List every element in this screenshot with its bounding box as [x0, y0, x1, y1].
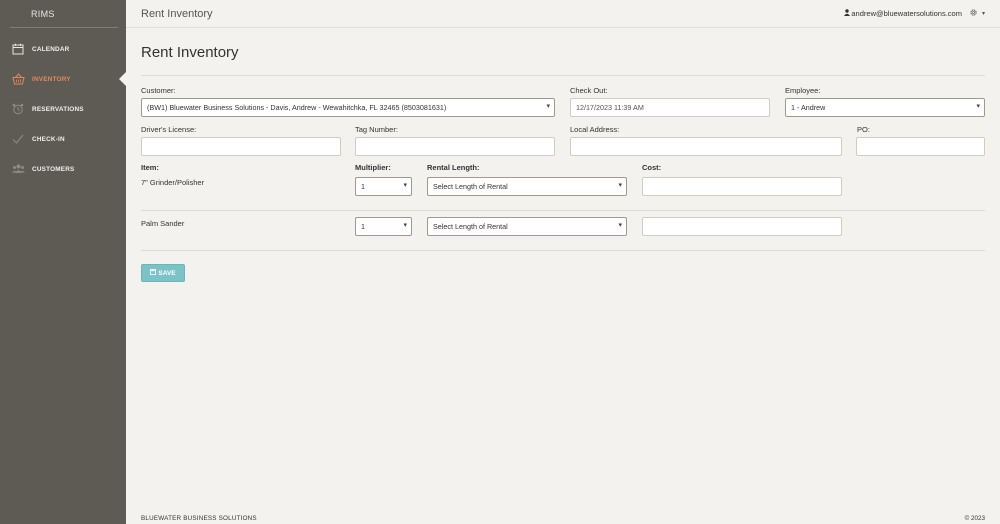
sidebar-item-reservations[interactable]: RESERVATIONS: [0, 94, 126, 124]
license-label: Driver's License:: [141, 125, 197, 134]
sidebar-item-label: INVENTORY: [32, 75, 71, 83]
multiplier-select-value: 1: [361, 222, 365, 231]
row-divider: [141, 210, 985, 211]
cost-input[interactable]: [642, 217, 842, 236]
sidebar-item-label: CHECK-IN: [32, 135, 65, 143]
checkmark-icon: [11, 132, 25, 146]
sidebar-item-label: CALENDAR: [32, 45, 70, 53]
sidebar-item-customers[interactable]: CUSTOMERS: [0, 154, 126, 184]
calendar-icon: [11, 42, 25, 56]
sidebar-item-calendar[interactable]: CALENDAR: [0, 34, 126, 64]
alarm-clock-icon: [11, 102, 25, 116]
address-input[interactable]: [570, 137, 842, 156]
employee-select[interactable]: 1 - Andrew: [785, 98, 985, 117]
checkout-value: 12/17/2023 11:39 AM: [576, 103, 644, 112]
user-icon: [844, 9, 851, 18]
multiplier-header: Multiplier:: [355, 163, 391, 172]
sidebar-item-label: CUSTOMERS: [32, 165, 75, 173]
brand-divider: [10, 27, 118, 28]
checkout-field[interactable]: 12/17/2023 11:39 AM: [570, 98, 770, 117]
item-header: Item:: [141, 163, 159, 172]
checkout-label: Check Out:: [570, 86, 608, 95]
address-label: Local Address:: [570, 125, 620, 134]
customer-select-value: (BW1) Bluewater Business Solutions - Dav…: [147, 103, 447, 112]
users-icon: [11, 162, 25, 176]
item-name: 7" Grinder/Polisher: [141, 178, 205, 187]
customer-select[interactable]: (BW1) Bluewater Business Solutions - Dav…: [141, 98, 555, 117]
license-input[interactable]: [141, 137, 341, 156]
sidebar-item-inventory[interactable]: INVENTORY: [0, 64, 126, 94]
rental-length-select[interactable]: Select Length of Rental: [427, 177, 627, 196]
save-button-label: SAVE: [158, 269, 176, 277]
multiplier-select[interactable]: 1: [355, 217, 412, 236]
row-divider: [141, 250, 985, 251]
po-label: PO:: [857, 125, 870, 134]
multiplier-select-value: 1: [361, 182, 365, 191]
sidebar-item-check-in[interactable]: CHECK-IN: [0, 124, 126, 154]
footer-company: BLUEWATER BUSINESS SOLUTIONS: [141, 515, 257, 522]
gear-icon[interactable]: [969, 8, 978, 19]
title-divider: [141, 75, 985, 76]
footer-copyright: © 2023: [964, 515, 985, 522]
tag-input[interactable]: [355, 137, 555, 156]
rental-length-select-value: Select Length of Rental: [433, 182, 508, 191]
rental-length-header: Rental Length:: [427, 163, 480, 172]
main-content: Rent Inventory Customer: (BW1) Bluewater…: [126, 28, 1000, 524]
basket-icon: [11, 72, 25, 86]
employee-label: Employee:: [785, 86, 821, 95]
sidebar: RIMS CALENDAR INVENTORY RESERVATIONS CHE…: [0, 0, 126, 524]
po-input[interactable]: [856, 137, 985, 156]
save-icon: [150, 269, 157, 277]
sidebar-nav: CALENDAR INVENTORY RESERVATIONS CHECK-IN…: [0, 34, 126, 184]
rental-length-select-value: Select Length of Rental: [433, 222, 508, 231]
page-title: Rent Inventory: [141, 44, 239, 61]
rental-length-select[interactable]: Select Length of Rental: [427, 217, 627, 236]
customer-label: Customer:: [141, 86, 176, 95]
save-button[interactable]: SAVE: [141, 264, 185, 282]
cost-input[interactable]: [642, 177, 842, 196]
employee-select-value: 1 - Andrew: [791, 103, 826, 112]
multiplier-select[interactable]: 1: [355, 177, 412, 196]
user-menu[interactable]: andrew@bluewatersolutions.com ▾: [844, 8, 985, 19]
top-bar: Rent Inventory andrew@bluewatersolutions…: [126, 0, 1000, 28]
brand-logo[interactable]: RIMS: [0, 0, 126, 28]
tag-label: Tag Number:: [355, 125, 398, 134]
chevron-down-icon[interactable]: ▾: [982, 10, 985, 17]
cost-header: Cost:: [642, 163, 662, 172]
header-title: Rent Inventory: [141, 7, 213, 20]
sidebar-item-label: RESERVATIONS: [32, 105, 84, 113]
item-name: Palm Sander: [141, 219, 185, 228]
user-email[interactable]: andrew@bluewatersolutions.com: [851, 9, 962, 18]
